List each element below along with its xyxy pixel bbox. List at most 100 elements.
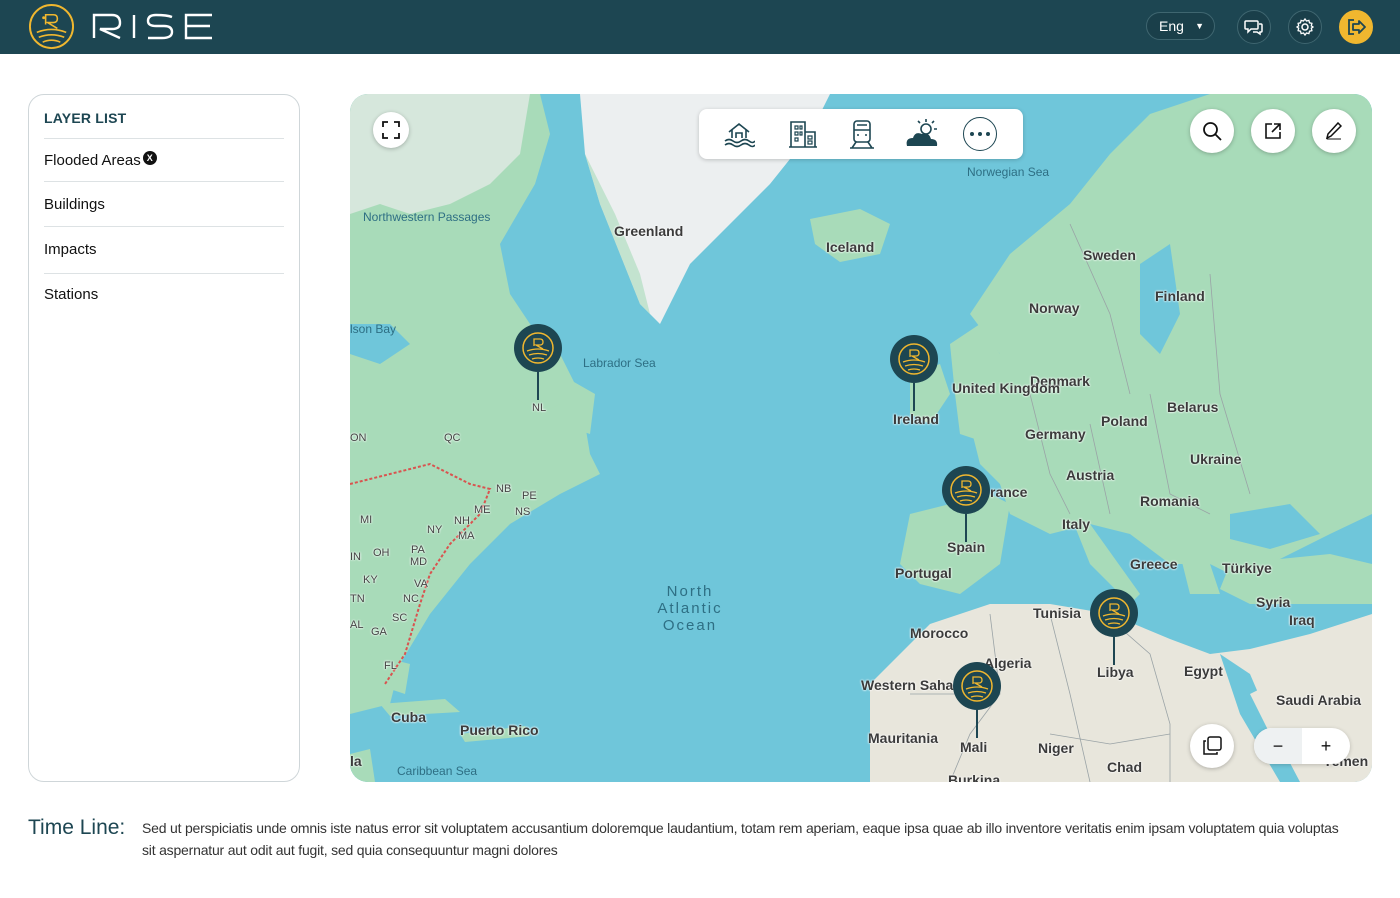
place-label: Finland (1155, 288, 1205, 304)
region-label: NC (403, 593, 419, 605)
region-label: MI (360, 514, 373, 526)
chat-icon (1244, 20, 1263, 36)
brand-wordmark (92, 13, 212, 40)
place-label: Egypt (1184, 663, 1223, 679)
language-select[interactable]: Eng ▼ (1146, 12, 1215, 40)
water-label: Caribbean Sea (397, 764, 478, 778)
layer-item-label: Impacts (44, 241, 97, 258)
place-label: Sweden (1083, 247, 1136, 263)
station-pin[interactable] (1090, 589, 1138, 669)
place-label: rance (990, 484, 1028, 500)
pencil-icon (1326, 122, 1342, 140)
more-icon (970, 132, 990, 136)
water-label: Northwestern Passages (363, 210, 491, 224)
region-label: ON (350, 432, 367, 444)
place-label: Western Sahara (861, 677, 967, 693)
layer-item-flooded-areas[interactable]: Flooded Areas X (44, 138, 284, 183)
expand-icon (382, 121, 400, 139)
region-label: NH (454, 515, 470, 527)
region-label: KY (363, 574, 378, 586)
flood-layer-button[interactable] (721, 116, 757, 152)
water-label: Norwegian Sea (967, 165, 1050, 179)
ocean-label: North Atlantic Ocean (657, 583, 723, 634)
building-layer-button[interactable] (785, 116, 821, 152)
region-label: ME (474, 504, 491, 516)
place-label: Austria (1066, 467, 1115, 483)
station-icon (522, 332, 554, 364)
edit-button[interactable] (1312, 109, 1356, 153)
place-label: Italy (1062, 516, 1091, 532)
station-pin[interactable] (942, 466, 990, 546)
place-label: Saudi Arabia (1276, 692, 1362, 708)
layer-list-panel: LAYER LIST Flooded Areas X Buildings Impa… (28, 94, 300, 782)
logout-button[interactable] (1339, 10, 1373, 44)
place-label: Tunisia (1033, 605, 1081, 621)
region-label: GA (371, 626, 387, 638)
place-label: Niger (1038, 740, 1074, 756)
place-label: Mauritania (868, 730, 939, 746)
gear-icon (1295, 17, 1315, 37)
station-pin[interactable] (514, 324, 562, 404)
water-label: lson Bay (350, 322, 397, 336)
fullscreen-button[interactable] (373, 112, 409, 148)
settings-button[interactable] (1288, 10, 1322, 44)
station-icon (1098, 597, 1130, 629)
chat-button[interactable] (1237, 10, 1271, 44)
zoom-out-button[interactable]: − (1254, 728, 1302, 764)
place-label: Puerto Rico (460, 722, 539, 738)
place-label: Romania (1140, 493, 1200, 509)
station-icon (950, 474, 982, 506)
weather-icon (906, 119, 938, 146)
region-label: VA (414, 578, 428, 590)
basemap-toggle-button[interactable] (1190, 724, 1234, 768)
zoom-control: − + (1254, 728, 1350, 764)
region-label: SC (392, 612, 408, 624)
layer-item-buildings[interactable]: Buildings (44, 181, 284, 227)
layers-copy-icon (1203, 736, 1222, 755)
station-layer-button[interactable] (844, 116, 880, 152)
logo-icon[interactable] (28, 3, 75, 50)
region-label: NY (427, 524, 443, 536)
layer-item-label: Stations (44, 286, 99, 303)
place-label: Iraq (1289, 612, 1315, 628)
station-pin[interactable] (890, 335, 938, 415)
region-label: PE (522, 490, 537, 502)
place-label: Portugal (895, 565, 952, 581)
region-label: FL (384, 660, 397, 672)
place-label: Burkina (948, 772, 1001, 782)
region-label: AL (350, 619, 364, 631)
place-label: Chad (1107, 759, 1142, 775)
search-icon (1203, 122, 1222, 141)
building-icon (789, 121, 817, 148)
zoom-in-button[interactable]: + (1302, 728, 1350, 764)
timeline-text: Sed ut perspiciatis unde omnis iste natu… (142, 820, 1339, 858)
station-pin[interactable] (953, 662, 1001, 742)
station-icon (961, 670, 993, 702)
region-label: OH (373, 547, 390, 559)
search-button[interactable] (1190, 109, 1234, 153)
share-button[interactable] (1251, 109, 1295, 153)
layer-item-label: Flooded Areas (44, 152, 141, 169)
place-label: Morocco (910, 625, 969, 641)
external-link-icon (1265, 123, 1281, 139)
region-label: TN (350, 593, 365, 605)
layer-item-label: Buildings (44, 196, 105, 213)
layer-item-impacts[interactable]: Impacts (44, 226, 284, 273)
place-label: la (350, 753, 362, 769)
more-layers-button[interactable] (963, 117, 997, 151)
place-label: United Kingdom (952, 380, 1061, 396)
water-label: Labrador Sea (583, 356, 656, 370)
weather-layer-button[interactable] (902, 116, 942, 152)
timeline-label: Time Line: (28, 816, 126, 839)
place-label: Cuba (391, 709, 426, 725)
region-label: IN (350, 551, 361, 563)
region-label: MA (458, 530, 475, 542)
place-label: Türkiye (1222, 560, 1272, 576)
region-label: NB (496, 483, 512, 495)
chevron-down-icon: ▼ (1195, 21, 1204, 31)
layer-item-stations[interactable]: Stations (44, 273, 284, 318)
place-label: Greece (1130, 556, 1178, 572)
map-view[interactable]: Norwegian Sea Northwestern Passages lson… (350, 94, 1372, 782)
close-icon[interactable]: X (142, 151, 157, 165)
logout-icon (1348, 19, 1366, 35)
